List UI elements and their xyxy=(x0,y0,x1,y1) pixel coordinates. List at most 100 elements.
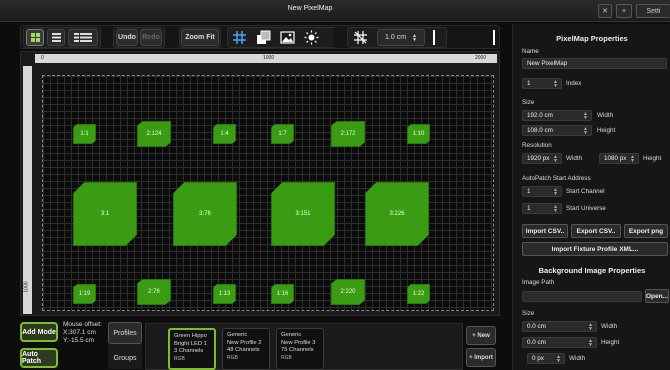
spinner-icon[interactable]: ▲ ▼ xyxy=(583,112,588,121)
export-png-button[interactable]: Export png xyxy=(624,224,668,238)
zoom-fit-button[interactable]: Zoom Fit xyxy=(181,29,219,46)
fixture[interactable]: 2:76 xyxy=(137,279,171,305)
profile-channels: 48 Channels xyxy=(227,347,260,353)
list-view-button[interactable] xyxy=(47,29,65,46)
spinner-icon[interactable]: ▲ ▼ xyxy=(553,205,558,214)
resolution-height-field[interactable]: 1080 px ▲ ▼ xyxy=(599,153,639,164)
grid-size-input[interactable]: 1.0 cm ▲ ▼ xyxy=(377,29,425,46)
list-view-icon xyxy=(51,33,61,42)
settings-tab[interactable]: Setti xyxy=(636,4,670,18)
fixture[interactable]: 3:1 xyxy=(73,182,137,246)
import-profile-button[interactable]: + Import xyxy=(466,348,496,367)
profile-maker: Generic xyxy=(281,332,302,338)
autopatch-label: AutoPatch Start Address xyxy=(522,175,591,182)
name-field[interactable]: New PixelMap xyxy=(522,58,667,69)
resolution-height-label: Height xyxy=(643,155,662,162)
fixture[interactable]: 2:124 xyxy=(137,121,171,147)
tab-groups[interactable]: Groups xyxy=(108,347,142,369)
profile-extra: RGB xyxy=(174,355,185,362)
fixture[interactable]: 1:10 xyxy=(407,124,430,144)
spinner-icon[interactable]: ▲ ▼ xyxy=(553,80,558,89)
index-field[interactable]: 1 ▲ ▼ xyxy=(522,78,562,89)
profile-channels: 75 Channels xyxy=(281,347,314,353)
fixture[interactable]: 3:226 xyxy=(365,182,429,246)
resolution-height-value: 1080 px xyxy=(604,155,627,162)
profile-card[interactable]: Generic New Profile 2 48 Channels RGB xyxy=(222,328,270,370)
resolution-width-field[interactable]: 1920 px ▲ ▼ xyxy=(522,153,562,164)
height-field[interactable]: 108.0 cm ▲ ▼ xyxy=(522,125,592,136)
fixture[interactable]: 1:1 xyxy=(73,124,96,144)
profile-name: Bright LED 1 xyxy=(174,340,207,347)
spinner-icon[interactable]: ▲ ▼ xyxy=(583,127,588,136)
fixture[interactable]: 1:4 xyxy=(213,124,236,144)
start-channel-field[interactable]: 1 ▲ ▼ xyxy=(522,186,562,197)
add-tab-icon[interactable]: + xyxy=(616,4,632,18)
pixelmap-canvas[interactable]: 0 1000 2000 1000 1:1 2:124 1:4 1:7 2:172… xyxy=(20,51,500,316)
image-path-field[interactable] xyxy=(522,291,642,302)
mouse-offset-label: Mouse offset: xyxy=(63,321,102,328)
resolution-width-label: Width xyxy=(566,155,583,162)
properties-panel: PixelMap Properties Name New PixelMap 1 ▲… xyxy=(512,24,670,370)
width-field[interactable]: 192.0 cm ▲ ▼ xyxy=(522,110,592,121)
auto-patch-button[interactable]: Auto Patch xyxy=(20,348,58,368)
redo-button[interactable]: Redo xyxy=(140,29,162,46)
spinner-icon[interactable]: ▲ ▼ xyxy=(588,339,593,348)
fixture[interactable]: 3:151 xyxy=(271,182,335,246)
ruler-tick: 0 xyxy=(41,55,44,61)
pixel-grid[interactable]: 1:1 2:124 1:4 1:7 2:172 1:10 3:1 3:76 3:… xyxy=(42,75,494,311)
profile-card[interactable]: Green Hippo Bright LED 1 3 Channels RGB xyxy=(168,328,216,370)
import-fixture-profile-button[interactable]: Import Fixture Profile XML... xyxy=(522,242,668,256)
image-icon[interactable] xyxy=(279,29,296,46)
profile-extra: RGB xyxy=(281,354,292,361)
background-properties-header: Background Image Properties xyxy=(538,266,646,275)
spinner-icon[interactable]: ▲ ▼ xyxy=(553,155,558,164)
export-csv-button[interactable]: Export CSV.. xyxy=(571,224,621,238)
bg-width-value: 0.0 cm xyxy=(527,323,546,330)
snap-grid-icon[interactable] xyxy=(231,29,248,46)
profile-extra: RGB xyxy=(227,354,238,361)
new-profile-button[interactable]: + New xyxy=(466,326,496,345)
layers-icon[interactable] xyxy=(255,29,272,46)
start-universe-value: 1 xyxy=(527,205,531,212)
fixture[interactable]: 2:220 xyxy=(331,279,365,305)
divider xyxy=(493,30,495,45)
index-value: 1 xyxy=(527,80,531,87)
window-title: New PixelMap xyxy=(287,5,333,12)
undo-button[interactable]: Undo xyxy=(116,29,138,46)
fixture[interactable]: 1:22 xyxy=(407,284,430,304)
height-label: Height xyxy=(597,127,616,134)
horizontal-ruler: 0 1000 2000 xyxy=(35,54,497,63)
fixture[interactable]: 3:76 xyxy=(173,182,237,246)
start-channel-value: 1 xyxy=(527,188,531,195)
spinner-icon[interactable]: ▲ ▼ xyxy=(556,355,561,364)
start-channel-label: Start Channel xyxy=(566,188,605,195)
profile-card[interactable]: Generic New Profile 3 75 Channels RGB xyxy=(276,328,324,370)
spinner-icon[interactable]: ▲ ▼ xyxy=(630,155,635,164)
bg-height-value: 0.0 cm xyxy=(527,339,546,346)
fixture[interactable]: 1:19 xyxy=(73,284,96,304)
brightness-icon[interactable] xyxy=(303,29,320,46)
toolbar: Undo Redo Zoom Fit 1.0 cm ▲ ▼ xyxy=(20,25,500,49)
ruler-tick: 2000 xyxy=(475,55,487,61)
spinner-icon[interactable]: ▲ ▼ xyxy=(553,188,558,197)
grid-view-button[interactable] xyxy=(26,29,44,46)
open-image-button[interactable]: Open... xyxy=(645,289,669,303)
fixture[interactable]: 1:16 xyxy=(271,284,294,304)
add-mode-button[interactable]: Add Mode xyxy=(20,322,58,342)
fixture[interactable]: 2:172 xyxy=(331,121,365,147)
tab-profiles[interactable]: Profiles xyxy=(108,322,142,344)
resolution-label: Resolution xyxy=(522,142,552,149)
detail-view-button[interactable] xyxy=(68,29,98,46)
bg-height-field[interactable]: 0.0 cm ▲ ▼ xyxy=(522,337,597,348)
fixture[interactable]: 1:7 xyxy=(271,124,294,144)
spinner-icon[interactable]: ▲ ▼ xyxy=(412,33,417,42)
bg-pixel-width-field[interactable]: 0 px ▲ ▼ xyxy=(527,353,565,364)
name-label: Name xyxy=(522,48,539,55)
close-icon[interactable]: ✕ xyxy=(598,4,612,18)
bg-width-label: Width xyxy=(601,323,618,330)
fixture[interactable]: 1:13 xyxy=(213,284,236,304)
bg-width-field[interactable]: 0.0 cm ▲ ▼ xyxy=(522,321,597,332)
import-csv-button[interactable]: Import CSV.. xyxy=(522,224,568,238)
start-universe-field[interactable]: 1 ▲ ▼ xyxy=(522,203,562,214)
spinner-icon[interactable]: ▲ ▼ xyxy=(588,323,593,332)
